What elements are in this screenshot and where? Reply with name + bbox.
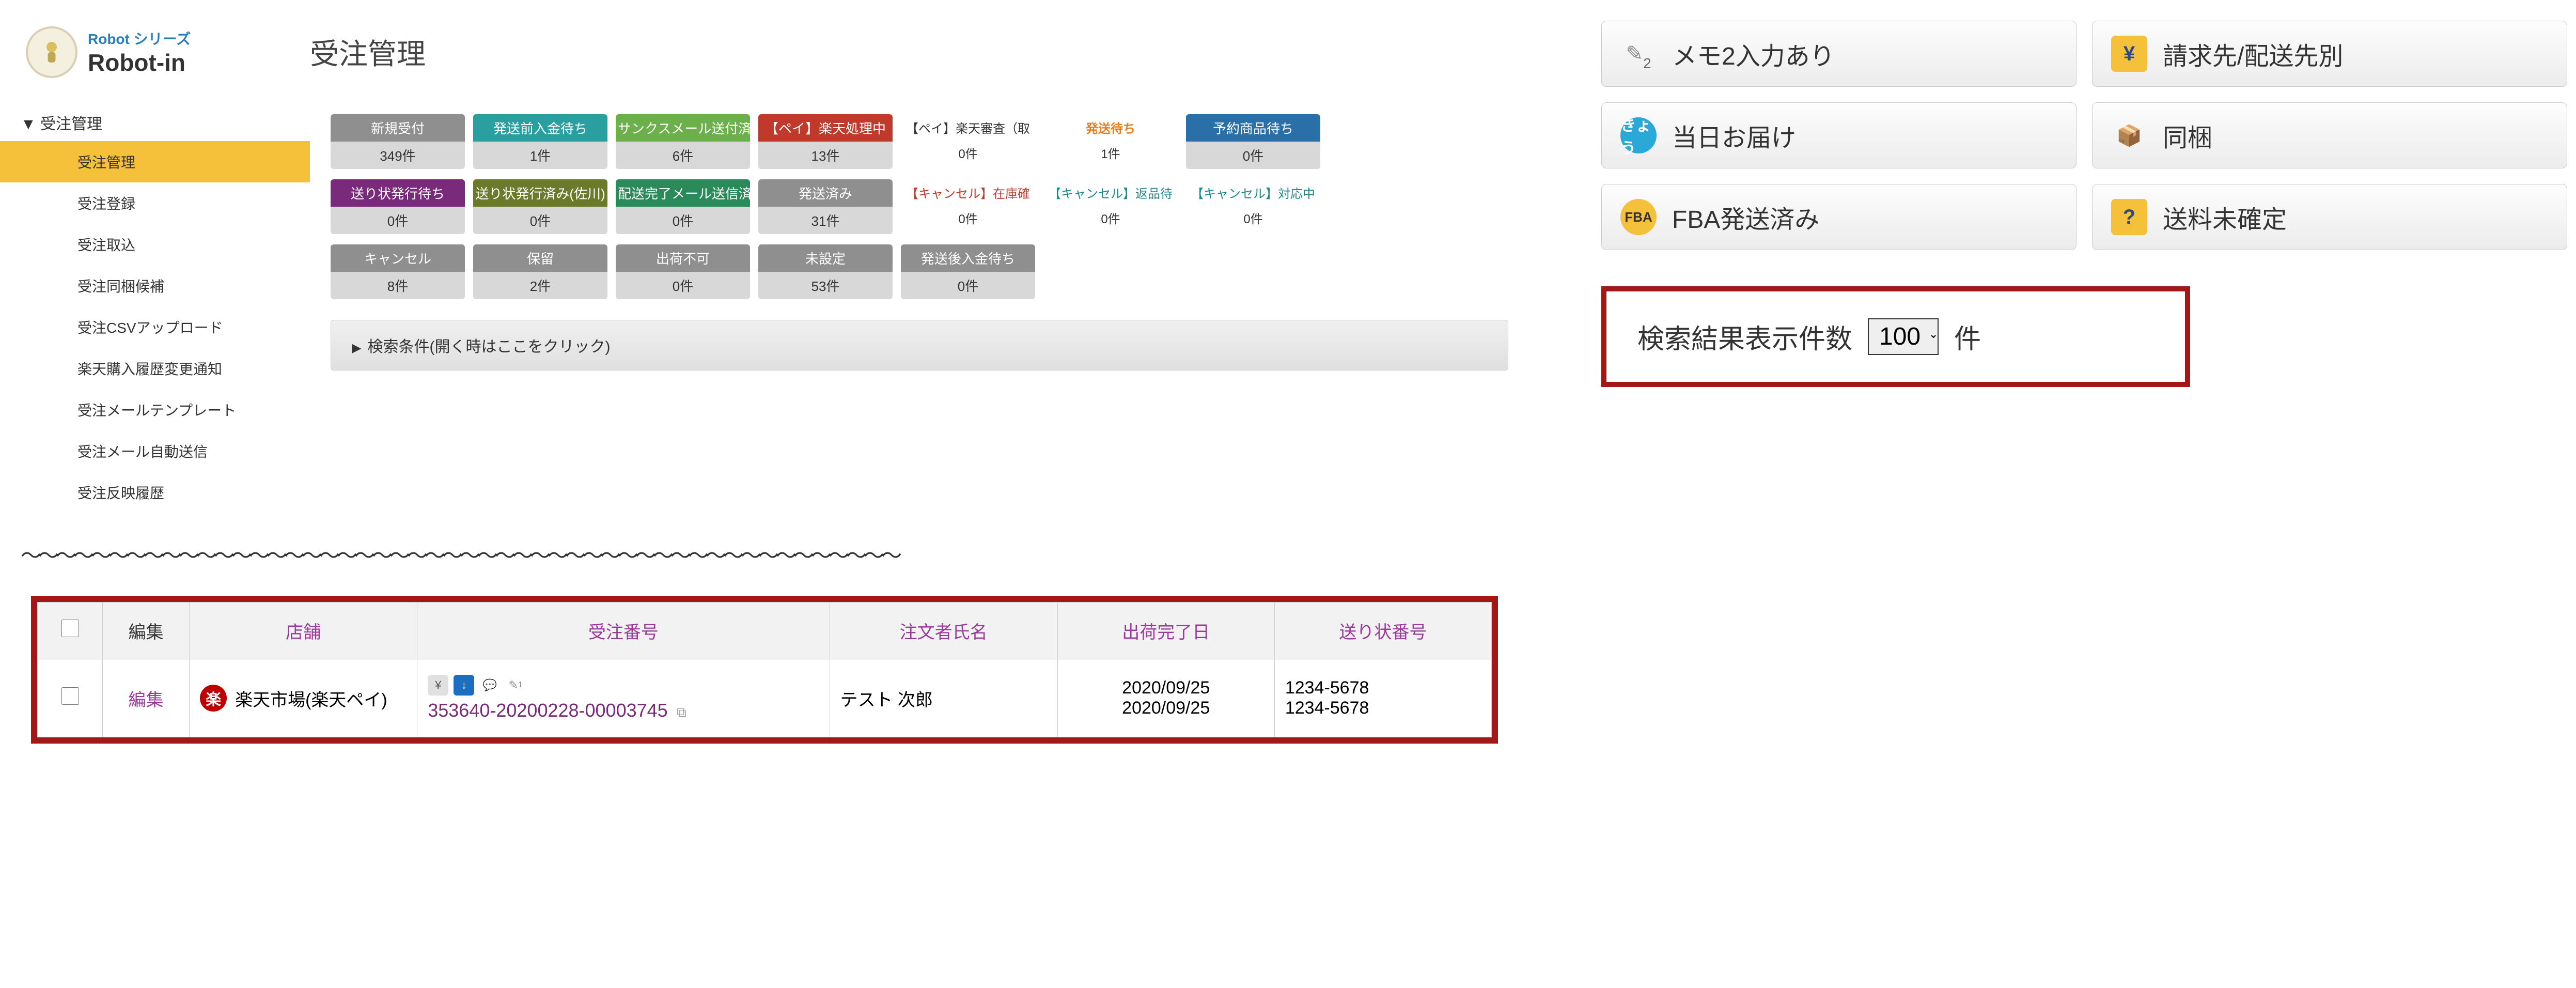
count-suffix: 件 [1954, 317, 1981, 356]
order-number[interactable]: 353640-20200228-00003745 [428, 700, 667, 721]
status-text[interactable]: 発送待ち1件 [1043, 114, 1178, 169]
page-title: 受注管理 [310, 0, 426, 104]
column-header[interactable]: 注文者氏名 [830, 603, 1057, 659]
ship-date: 2020/09/25 [1068, 698, 1264, 718]
status-pill[interactable]: 発送済み31件 [758, 179, 893, 234]
status-text[interactable]: 【ペイ】楽天審査（取0件 [901, 114, 1035, 169]
filter-button-pencil[interactable]: ✎2 メモ2入力あり [1601, 21, 2077, 87]
nav-item-rakuten-history[interactable]: 楽天購入履歴変更通知 [0, 348, 310, 389]
status-pill[interactable]: 新規受付349件 [331, 114, 465, 169]
filter-button-q[interactable]: ? 送料未確定 [2092, 184, 2567, 250]
download-icon[interactable]: ↓ [454, 675, 474, 696]
divider [21, 549, 1508, 565]
status-pill[interactable]: 【ペイ】楽天処理中13件 [758, 114, 893, 169]
status-text[interactable]: 【キャンセル】返品待0件 [1043, 179, 1178, 234]
nav-item-csv[interactable]: 受注CSVアップロード [0, 306, 310, 348]
search-conditions-toggle[interactable]: 検索条件(開く時はここをクリック) [331, 320, 1508, 371]
nav-item-import[interactable]: 受注取込 [0, 224, 310, 265]
kyo-icon: きょう [1620, 117, 1657, 153]
result-count-box: 検索結果表示件数 100 件 [1601, 286, 2190, 387]
pencil-icon[interactable]: ✎1 [505, 675, 526, 696]
q-icon: ? [2111, 199, 2147, 235]
table-row: 編集 楽 楽天市場(楽天ペイ) ¥ ↓ 💬 ✎1 [38, 659, 1492, 737]
filter-button-fba[interactable]: FBA FBA発送済み [1601, 184, 2077, 250]
filter-button-box[interactable]: 📦 同梱 [2092, 102, 2567, 168]
select-all-checkbox[interactable] [61, 620, 79, 637]
message-icon[interactable]: 💬 [479, 675, 500, 696]
filter-button-kyo[interactable]: きょう当日お届け [1601, 102, 2077, 168]
nav-item-orders[interactable]: 受注管理 [0, 141, 310, 182]
filter-label: FBA発送済み [1672, 199, 1819, 235]
amount-icon[interactable]: ¥ [428, 675, 448, 696]
shop-name: 楽天市場(楽天ペイ) [235, 686, 387, 711]
status-pill[interactable]: 未設定53件 [758, 244, 893, 299]
slip-number: 1234-5678 [1285, 678, 1481, 698]
nav-item-mail-auto[interactable]: 受注メール自動送信 [0, 430, 310, 472]
nav-item-bundle[interactable]: 受注同梱候補 [0, 265, 310, 306]
pencil-icon: ✎2 [1620, 36, 1657, 72]
nav-item-mail-template[interactable]: 受注メールテンプレート [0, 389, 310, 430]
status-pill[interactable]: 発送前入金待ち1件 [473, 114, 607, 169]
status-pill[interactable]: サンクスメール送付済6件 [616, 114, 750, 169]
filter-button-yen[interactable]: ¥ 請求先/配送先別 [2092, 21, 2567, 87]
column-header: 編集 [103, 603, 190, 659]
nav-item-reflect-log[interactable]: 受注反映履歴 [0, 472, 310, 513]
status-pill[interactable]: キャンセル8件 [331, 244, 465, 299]
rakuten-icon: 楽 [200, 685, 227, 712]
status-text[interactable]: 【キャンセル】在庫確0件 [901, 179, 1035, 234]
filter-label: メモ2入力あり [1672, 36, 1835, 72]
status-pill[interactable]: 送り状発行済み(佐川)0件 [473, 179, 607, 234]
filter-label: 請求先/配送先別 [2163, 36, 2343, 72]
order-table: 編集店舗受注番号注文者氏名出荷完了日送り状番号 編集 楽 楽天市場(楽天ペイ) … [37, 602, 1492, 737]
robot-icon [26, 26, 77, 78]
status-text[interactable]: 【キャンセル】対応中0件 [1186, 179, 1320, 234]
status-pill[interactable]: 配送完了メール送信済0件 [616, 179, 750, 234]
customer-name: テスト 次郎 [830, 659, 1057, 737]
count-select[interactable]: 100 [1868, 318, 1939, 355]
status-pill[interactable]: 予約商品待ち0件 [1186, 114, 1320, 169]
edit-link[interactable]: 編集 [129, 690, 164, 710]
column-header[interactable]: 送り状番号 [1274, 603, 1491, 659]
row-checkbox[interactable] [61, 687, 79, 705]
slip-number: 1234-5678 [1285, 698, 1481, 718]
fba-icon: FBA [1620, 199, 1657, 235]
status-pill[interactable]: 保留2件 [473, 244, 607, 299]
order-table-highlight: 編集店舗受注番号注文者氏名出荷完了日送り状番号 編集 楽 楽天市場(楽天ペイ) … [31, 596, 1498, 744]
column-header[interactable]: 店舗 [190, 603, 417, 659]
app-logo: Robot シリーズ Robot-in [0, 0, 310, 104]
logo-line1: Robot シリーズ [88, 28, 191, 49]
filter-label: 同梱 [2163, 117, 2212, 153]
count-label: 検索結果表示件数 [1637, 317, 1852, 356]
side-nav: ▼ 受注管理 受注管理 受注登録 受注取込 受注同梱候補 受注CSVアップロード… [0, 104, 310, 513]
ship-date: 2020/09/25 [1068, 678, 1264, 698]
status-pill[interactable]: 発送後入金待ち0件 [901, 244, 1035, 299]
nav-section-header[interactable]: ▼ 受注管理 [0, 104, 310, 141]
column-header [38, 603, 103, 659]
box-icon: 📦 [2111, 117, 2147, 153]
filter-label: 当日お届け [1672, 117, 1796, 153]
column-header[interactable]: 受注番号 [417, 603, 830, 659]
filter-buttons: ✎2 メモ2入力あり ¥ 請求先/配送先別きょう当日お届け 📦 同梱 FBA FBA発送済み?… [1581, 0, 2576, 271]
filter-label: 送料未確定 [2163, 199, 2287, 235]
logo-line2: Robot-in [88, 49, 191, 76]
column-header[interactable]: 出荷完了日 [1057, 603, 1274, 659]
status-grid: 新規受付349件発送前入金待ち1件サンクスメール送付済6件【ペイ】楽天処理中13… [331, 114, 1508, 299]
yen-icon: ¥ [2111, 36, 2147, 72]
status-pill[interactable]: 送り状発行待ち0件 [331, 179, 465, 234]
nav-item-register[interactable]: 受注登録 [0, 182, 310, 224]
status-pill[interactable]: 出荷不可0件 [616, 244, 750, 299]
copy-icon[interactable]: ⧉ [677, 704, 686, 720]
